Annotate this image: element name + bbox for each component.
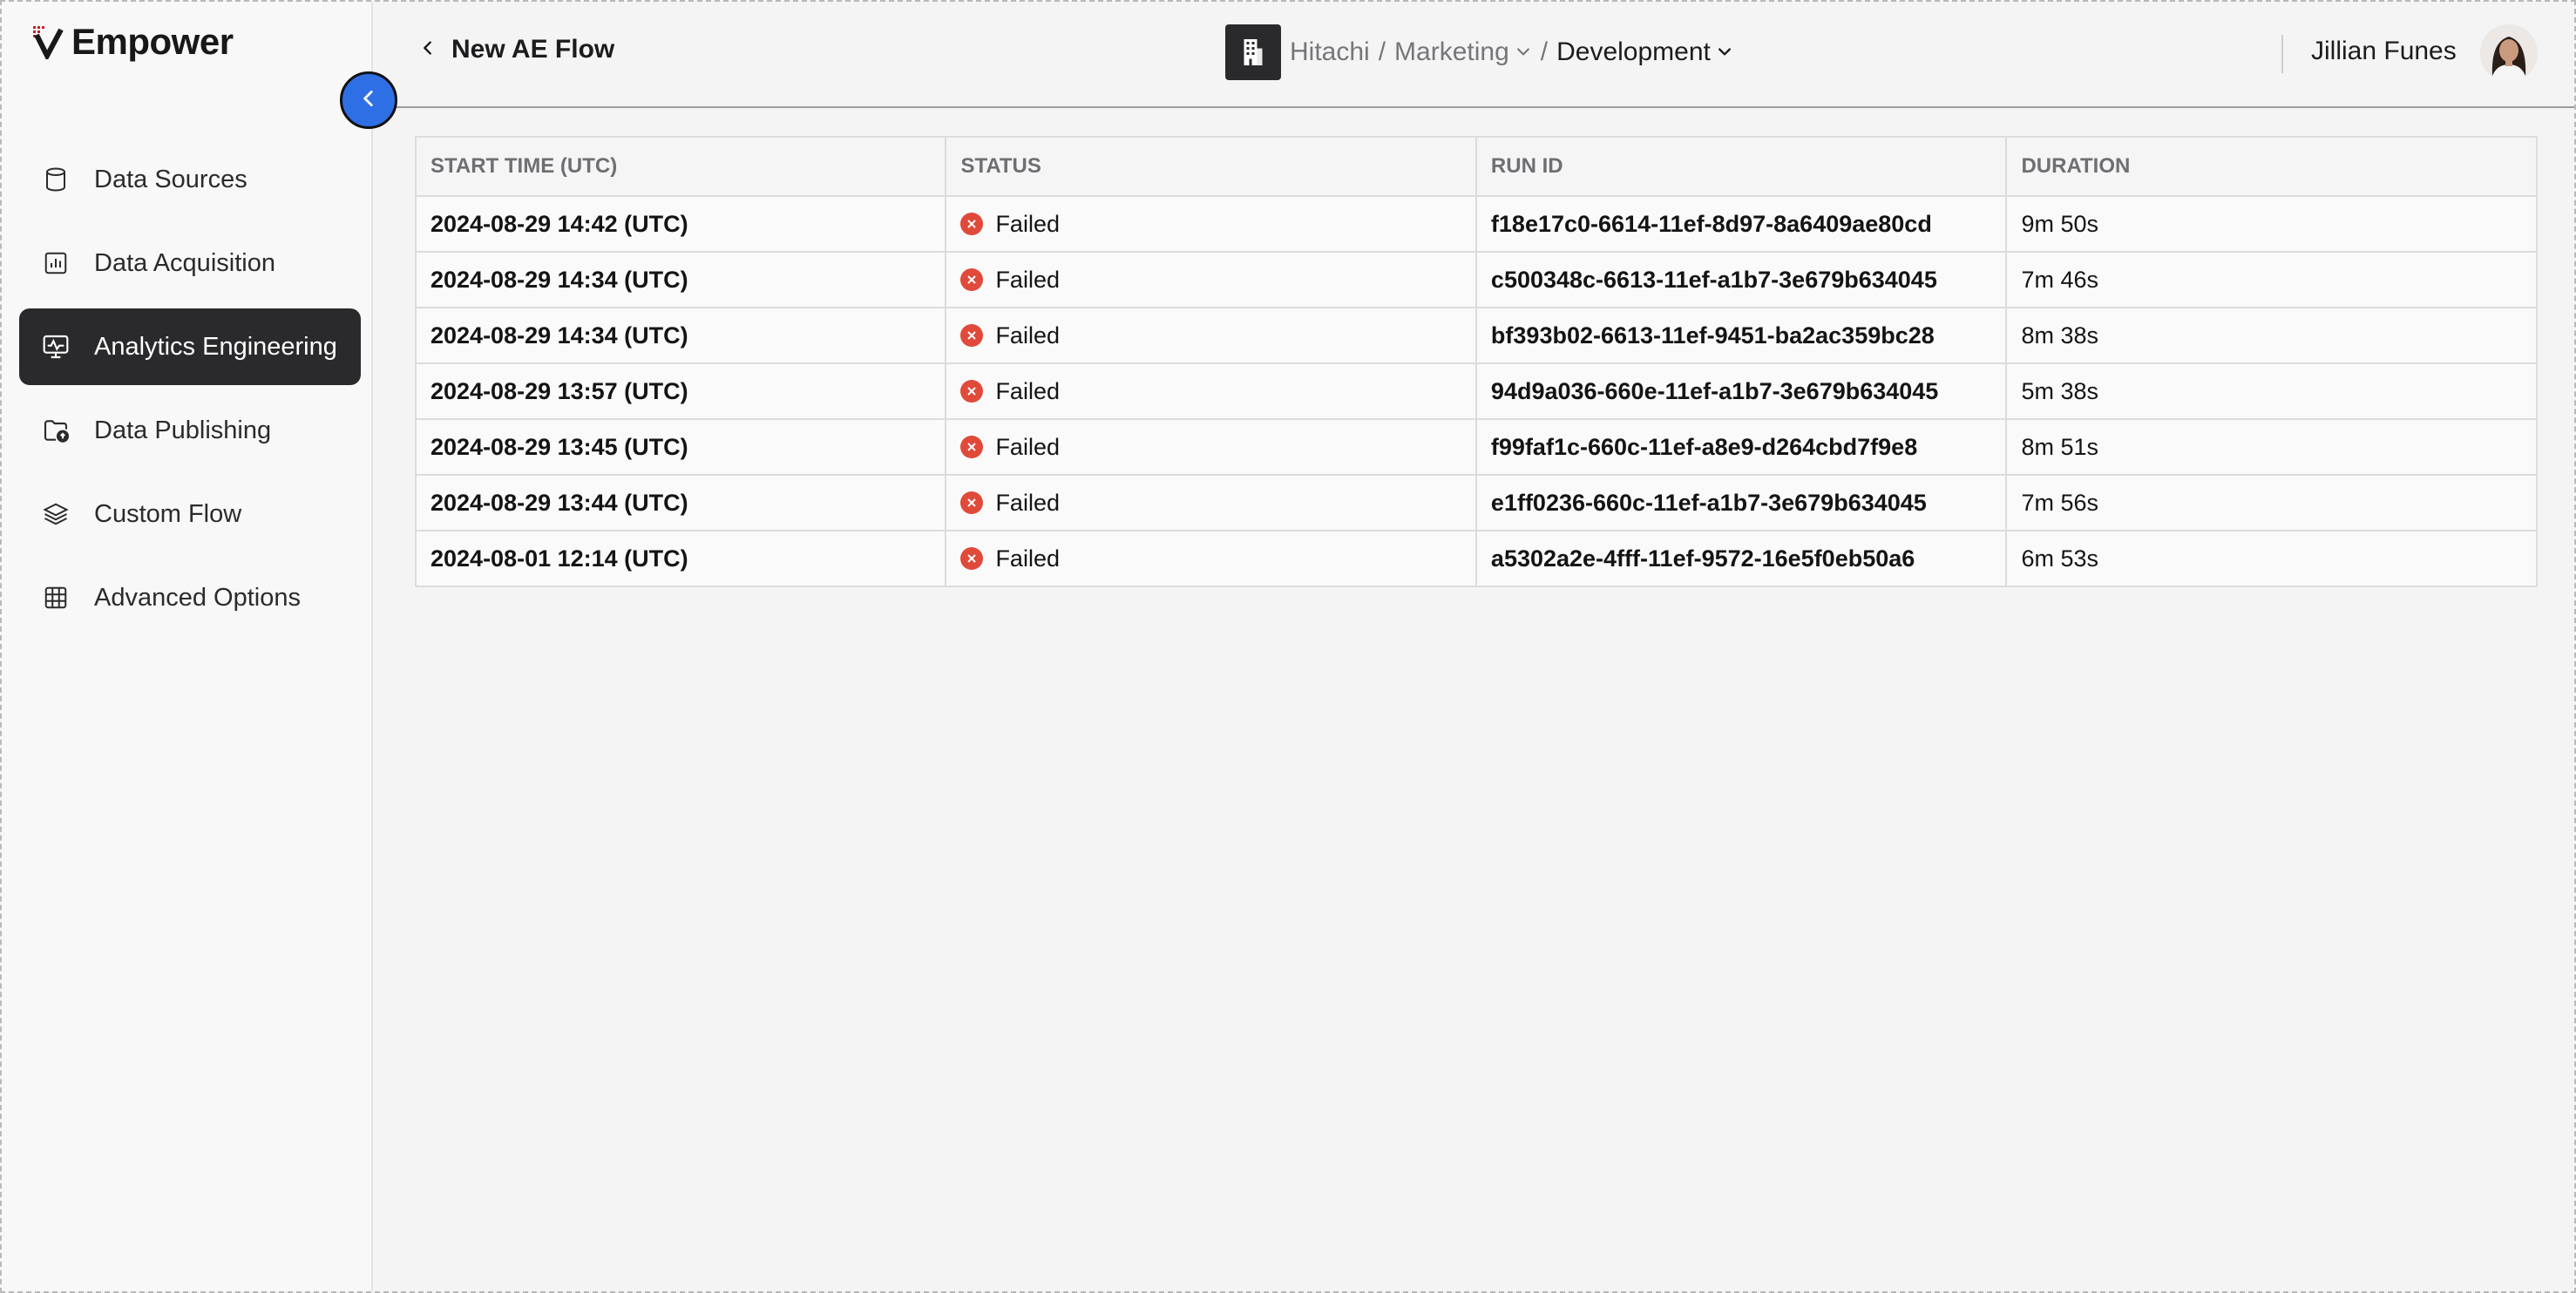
breadcrumb-env-label: Development (1556, 37, 1711, 66)
chevron-down-icon (1716, 37, 1733, 67)
sidebar-item-analytics-engineering[interactable]: Analytics Engineering (19, 308, 361, 385)
cell-status: Failed (945, 195, 1477, 253)
cell-run-id[interactable]: f18e17c0-6614-11ef-8d97-8a6409ae80cd (1474, 195, 2008, 253)
cell-duration: 9m 50s (2005, 195, 2538, 253)
cell-status: Failed (945, 418, 1477, 476)
brand-name: Empower (71, 21, 234, 62)
cell-start-time: 2024-08-29 13:45 (UTC) (414, 418, 947, 476)
status-label: Failed (995, 322, 1060, 349)
cell-run-id[interactable]: a5302a2e-4fff-11ef-9572-16e5f0eb50a6 (1474, 530, 2008, 587)
table-row[interactable]: 2024-08-29 13:57 (UTC) Failed 94d9a036-6… (414, 362, 2538, 420)
table-header-row: START TIME (UTC) STATUS RUN ID DURATION (414, 136, 2538, 197)
cell-duration: 8m 51s (2005, 418, 2538, 476)
table-row[interactable]: 2024-08-29 14:42 (UTC) Failed f18e17c0-6… (414, 195, 2538, 253)
table-row[interactable]: 2024-08-29 13:45 (UTC) Failed f99faf1c-6… (414, 418, 2538, 476)
breadcrumb-env-dropdown[interactable]: Development (1556, 37, 1733, 67)
cell-status: Failed (945, 362, 1477, 420)
avatar[interactable] (2480, 24, 2538, 82)
column-header-start-time[interactable]: START TIME (UTC) (414, 136, 947, 197)
failed-status-icon (960, 268, 984, 291)
cell-duration: 5m 38s (2005, 362, 2538, 420)
failed-status-icon (960, 380, 984, 403)
cell-status: Failed (945, 251, 1477, 308)
sidebar-item-label: Analytics Engineering (94, 332, 337, 361)
breadcrumb-org[interactable]: Hitachi (1290, 37, 1370, 67)
database-icon (40, 164, 71, 195)
building-icon (1225, 24, 1281, 80)
cell-duration: 7m 46s (2005, 251, 2538, 308)
failed-status-icon (960, 436, 984, 458)
cell-status: Failed (945, 307, 1477, 364)
chevron-left-icon (418, 35, 437, 64)
cell-start-time: 2024-08-01 12:14 (UTC) (414, 530, 947, 587)
sidebar-item-data-publishing[interactable]: Data Publishing (19, 392, 361, 469)
cell-start-time: 2024-08-29 14:34 (UTC) (414, 251, 947, 308)
chevron-left-icon (357, 87, 380, 114)
chart-icon (40, 247, 71, 279)
empower-logo-icon (31, 24, 66, 62)
folder-upload-icon (40, 415, 71, 446)
cell-start-time: 2024-08-29 14:34 (UTC) (414, 307, 947, 364)
flow-title: New AE Flow (451, 35, 615, 64)
column-header-status[interactable]: STATUS (945, 136, 1477, 197)
sidebar-item-label: Data Sources (94, 165, 247, 193)
sidebar-item-label: Data Publishing (94, 416, 272, 444)
cell-run-id[interactable]: bf393b02-6613-11ef-9451-ba2ac359bc28 (1474, 307, 2008, 364)
user-name: Jillian Funes (2311, 37, 2457, 65)
failed-status-icon (960, 491, 984, 514)
monitor-pulse-icon (40, 331, 71, 362)
sidebar-item-data-sources[interactable]: Data Sources (19, 141, 361, 218)
header-divider (2281, 35, 2283, 73)
column-header-run-id[interactable]: RUN ID (1474, 136, 2008, 197)
breadcrumb-team-label: Marketing (1394, 37, 1509, 66)
cell-duration: 6m 53s (2005, 530, 2538, 587)
cell-duration: 7m 56s (2005, 474, 2538, 531)
sidebar-item-label: Advanced Options (94, 583, 301, 612)
top-bar: New AE Flow Hitachi / Marketing / Develo… (373, 2, 2574, 108)
grid-icon (40, 582, 71, 613)
cell-run-id[interactable]: c500348c-6613-11ef-a1b7-3e679b634045 (1474, 251, 2008, 308)
breadcrumb-team-dropdown[interactable]: Marketing (1394, 37, 1532, 67)
sidebar-item-data-acquisition[interactable]: Data Acquisition (19, 225, 361, 301)
back-button[interactable]: New AE Flow (418, 35, 614, 64)
sidebar-item-label: Data Acquisition (94, 248, 275, 277)
collapse-sidebar-button[interactable] (340, 71, 397, 129)
failed-status-icon (960, 324, 984, 347)
cell-start-time: 2024-08-29 14:42 (UTC) (414, 195, 947, 253)
status-label: Failed (995, 433, 1060, 460)
table-row[interactable]: 2024-08-01 12:14 (UTC) Failed a5302a2e-4… (414, 530, 2538, 587)
cell-status: Failed (945, 530, 1477, 587)
sidebar-item-advanced-options[interactable]: Advanced Options (19, 559, 361, 636)
failed-status-icon (960, 213, 984, 235)
breadcrumb: Hitachi / Marketing / Development (1225, 24, 1733, 80)
sidebar-item-custom-flow[interactable]: Custom Flow (19, 476, 361, 552)
sidebar-nav: Data Sources Data Acquisition Analytics … (19, 141, 361, 643)
sidebar: Empower Data Sources Data Acquisition An… (2, 2, 373, 1291)
chevron-down-icon (1515, 37, 1532, 67)
status-label: Failed (995, 489, 1060, 516)
status-label: Failed (995, 377, 1060, 404)
cell-status: Failed (945, 474, 1477, 531)
cell-run-id[interactable]: f99faf1c-660c-11ef-a8e9-d264cbd7f9e8 (1474, 418, 2008, 476)
table-row[interactable]: 2024-08-29 14:34 (UTC) Failed bf393b02-6… (414, 307, 2538, 364)
sidebar-item-label: Custom Flow (94, 499, 242, 528)
table-row[interactable]: 2024-08-29 14:34 (UTC) Failed c500348c-6… (414, 251, 2538, 308)
cell-run-id[interactable]: e1ff0236-660c-11ef-a1b7-3e679b634045 (1474, 474, 2008, 531)
table-row[interactable]: 2024-08-29 13:44 (UTC) Failed e1ff0236-6… (414, 474, 2538, 531)
failed-status-icon (960, 547, 984, 570)
runs-table: START TIME (UTC) STATUS RUN ID DURATION … (414, 136, 2538, 587)
cell-run-id[interactable]: 94d9a036-660e-11ef-a1b7-3e679b634045 (1474, 362, 2008, 420)
breadcrumb-separator: / (1540, 37, 1549, 66)
column-header-duration[interactable]: DURATION (2005, 136, 2538, 197)
breadcrumb-separator: / (1378, 37, 1386, 66)
status-label: Failed (995, 210, 1060, 237)
status-label: Failed (995, 545, 1060, 572)
cell-start-time: 2024-08-29 13:57 (UTC) (414, 362, 947, 420)
brand-logo[interactable]: Empower (31, 21, 234, 63)
layers-icon (40, 498, 71, 530)
cell-duration: 8m 38s (2005, 307, 2538, 364)
status-label: Failed (995, 266, 1060, 293)
cell-start-time: 2024-08-29 13:44 (UTC) (414, 474, 947, 531)
